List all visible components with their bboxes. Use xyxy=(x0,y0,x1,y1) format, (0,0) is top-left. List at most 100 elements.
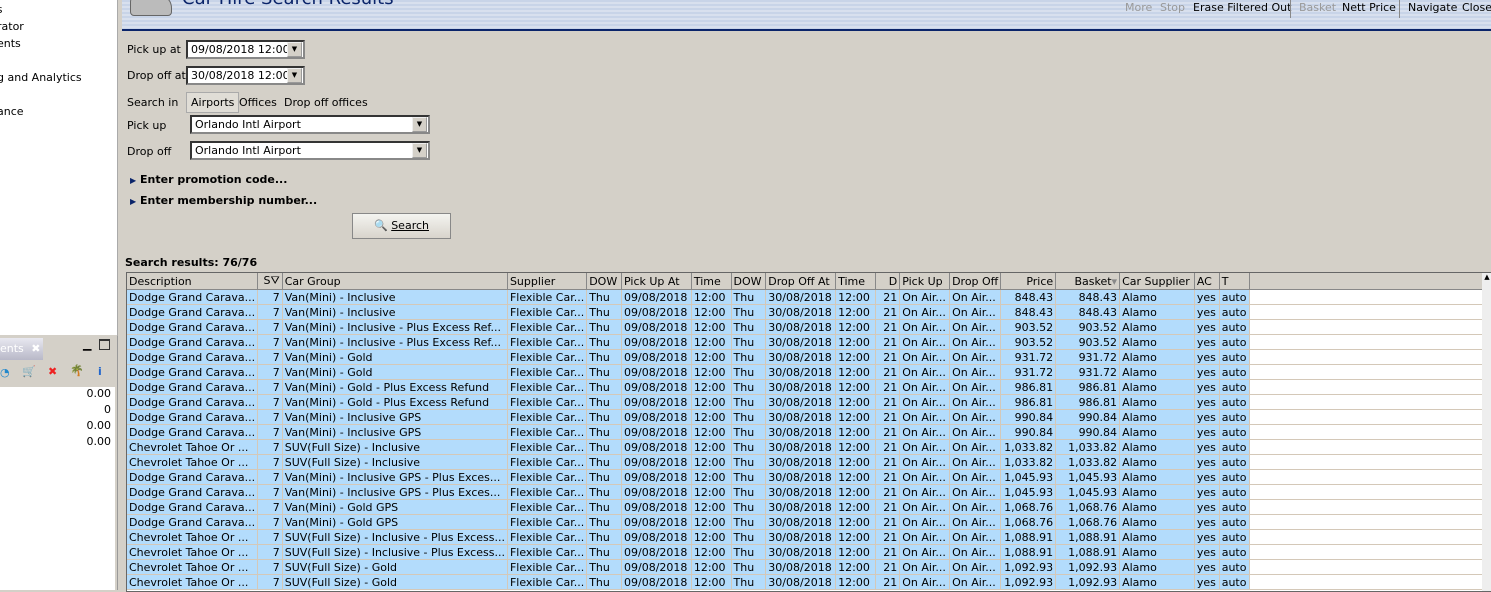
table-row[interactable]: Dodge Grand Carava... 7 Van(Mini) - Inclus… xyxy=(127,469,1491,485)
column-header[interactable]: Drop Off xyxy=(949,273,1002,290)
summary-value: 0.00 xyxy=(86,435,112,448)
table-row[interactable]: Chevrolet Tahoe Or ... 7 SUV(Full Size) - … xyxy=(127,439,1491,455)
dropoff-location-select[interactable]: Orlando Intl Airport ▼ xyxy=(190,141,430,160)
vertical-scrollbar[interactable]: ▲ xyxy=(1482,273,1491,591)
cell-time: 12:00 xyxy=(835,409,876,425)
column-header[interactable]: D xyxy=(875,273,901,290)
table-row[interactable]: Dodge Grand Carava... 7 Van(Mini) - Gold Fl… xyxy=(127,364,1491,380)
chevron-down-icon[interactable]: ▼ xyxy=(412,143,427,158)
cell-drop-off-at: 30/08/2018 xyxy=(765,574,837,590)
nav-item[interactable]: g and Analytics xyxy=(0,71,85,84)
pickup-at-field[interactable]: 09/08/2018 12:00 ▼ xyxy=(186,40,305,59)
column-header[interactable]: DOW xyxy=(731,273,767,290)
column-header[interactable]: Car Group xyxy=(282,273,508,290)
cell-t: auto xyxy=(1219,514,1250,530)
cell-pick-up: On Air... xyxy=(899,484,951,500)
cell-s: 7 xyxy=(257,349,283,365)
cell-pick-up: On Air... xyxy=(899,529,951,545)
table-row[interactable]: Chevrolet Tahoe Or ... 7 SUV(Full Size) - … xyxy=(127,454,1491,470)
table-row[interactable]: Dodge Grand Carava... 7 Van(Mini) - Inclus… xyxy=(127,424,1491,440)
column-header[interactable]: Price xyxy=(1000,273,1057,290)
table-row[interactable]: Chevrolet Tahoe Or ... 7 SUV(Full Size) - … xyxy=(127,574,1491,590)
cell-t: auto xyxy=(1219,334,1250,350)
cell-time: 12:00 xyxy=(691,484,732,500)
table-row[interactable]: Chevrolet Tahoe Or ... 7 SUV(Full Size) - … xyxy=(127,559,1491,575)
more-button[interactable]: More xyxy=(1125,1,1152,14)
column-header[interactable]: T xyxy=(1219,273,1250,290)
cell-dow: Thu xyxy=(586,394,622,410)
column-header[interactable]: Basket▾ xyxy=(1055,273,1121,290)
table-row[interactable]: Dodge Grand Carava... 7 Van(Mini) - Inclus… xyxy=(127,304,1491,320)
basket-button[interactable]: Basket xyxy=(1299,1,1336,14)
column-header[interactable]: Pick Up At xyxy=(621,273,692,290)
chevron-down-icon[interactable]: ▼ xyxy=(412,117,427,132)
cell-car-group: SUV(Full Size) - Inclusive xyxy=(282,454,508,470)
nav-item[interactable]: rator xyxy=(0,20,27,33)
table-row[interactable]: Chevrolet Tahoe Or ... 7 SUV(Full Size) - … xyxy=(127,544,1491,560)
column-header[interactable]: Drop Off At xyxy=(765,273,837,290)
column-header[interactable]: Pick Up xyxy=(899,273,951,290)
nav-item[interactable]: a xyxy=(0,88,7,101)
toolbar-divider xyxy=(1399,0,1400,18)
table-row[interactable]: Dodge Grand Carava... 7 Van(Mini) - Gold Fl… xyxy=(127,349,1491,365)
search-in-drop-off-offices-toggle[interactable]: Drop off offices xyxy=(284,96,368,109)
minimize-icon[interactable]: ▁ xyxy=(83,338,91,351)
table-row[interactable]: Dodge Grand Carava... 7 Van(Mini) - Inclus… xyxy=(127,289,1491,305)
search-in-offices-toggle[interactable]: Offices xyxy=(239,96,277,109)
column-header[interactable]: Supplier xyxy=(507,273,588,290)
nett-price-button[interactable]: Nett Price xyxy=(1342,1,1396,14)
cell-pick-up-at: 09/08/2018 xyxy=(621,544,692,560)
info-icon[interactable]: i xyxy=(98,365,102,378)
cell-time: 12:00 xyxy=(691,424,732,440)
table-row[interactable]: Dodge Grand Carava... 7 Van(Mini) - Gold G… xyxy=(127,514,1491,530)
cell-s: 7 xyxy=(257,499,283,515)
column-header[interactable]: DOW xyxy=(586,273,622,290)
table-row[interactable]: Dodge Grand Carava... 7 Van(Mini) - Gold G… xyxy=(127,499,1491,515)
chevron-down-icon[interactable]: ▼ xyxy=(287,42,302,57)
nav-item[interactable]: ance xyxy=(0,105,27,118)
erase-filtered-out-button[interactable]: Erase Filtered Out xyxy=(1193,1,1291,14)
table-row[interactable]: Chevrolet Tahoe Or ... 7 SUV(Full Size) - … xyxy=(127,529,1491,545)
nav-item[interactable]: s xyxy=(0,54,6,67)
table-row[interactable]: Dodge Grand Carava... 7 Van(Mini) - Inclus… xyxy=(127,409,1491,425)
maximize-icon[interactable] xyxy=(99,339,110,350)
filter-icon[interactable]: ⛛ xyxy=(270,274,279,287)
search-button[interactable]: 🔍 Search xyxy=(352,213,451,239)
cell-pick-up: On Air... xyxy=(899,454,951,470)
close-button[interactable]: Close xyxy=(1462,1,1491,14)
dropoff-at-field[interactable]: 30/08/2018 12:00 ▼ xyxy=(186,66,305,85)
table-row[interactable]: Dodge Grand Carava... 7 Van(Mini) - Gold -… xyxy=(127,394,1491,410)
column-header[interactable]: Description xyxy=(127,273,259,290)
palm-tree-icon[interactable]: 🌴 xyxy=(70,364,84,377)
table-row[interactable]: Dodge Grand Carava... 7 Van(Mini) - Gold -… xyxy=(127,379,1491,395)
promotion-code-expander[interactable]: ▶ Enter promotion code... xyxy=(130,173,287,186)
nav-item[interactable]: otes xyxy=(0,3,24,16)
cell-drop-off: On Air... xyxy=(949,289,1002,305)
table-row[interactable]: Dodge Grand Carava... 7 Van(Mini) - Inclus… xyxy=(127,319,1491,335)
column-header[interactable]: Time xyxy=(691,273,732,290)
close-icon[interactable]: ✖ xyxy=(31,342,40,355)
pickup-location-select[interactable]: Orlando Intl Airport ▼ xyxy=(190,115,430,134)
cart-icon[interactable]: 🛒 xyxy=(22,365,36,378)
clock-icon[interactable]: ◔ xyxy=(0,366,10,379)
stop-button[interactable]: Stop xyxy=(1160,1,1185,14)
delete-icon[interactable]: ✖ xyxy=(48,365,57,378)
chevron-down-icon[interactable]: ▼ xyxy=(287,68,302,83)
navigate-button[interactable]: Navigate xyxy=(1408,1,1457,14)
cell-description: Dodge Grand Carava... xyxy=(127,349,259,365)
table-row[interactable]: Dodge Grand Carava... 7 Van(Mini) - Inclus… xyxy=(127,484,1491,500)
sort-descending-icon[interactable]: ▾ xyxy=(1112,275,1118,288)
nav-item[interactable]: ents xyxy=(0,37,24,50)
membership-number-expander[interactable]: ▶ Enter membership number... xyxy=(130,194,317,207)
cell-ac: yes xyxy=(1194,409,1220,425)
column-header[interactable]: Time xyxy=(835,273,876,290)
search-in-airports-toggle[interactable]: Airports xyxy=(186,92,240,113)
cell-dow: Thu xyxy=(731,349,767,365)
column-header[interactable]: S⛛ xyxy=(257,273,283,290)
column-header[interactable]: Car Supplier xyxy=(1119,273,1195,290)
cell-time: 12:00 xyxy=(835,574,876,590)
panel-tab[interactable]: ents ✖ xyxy=(0,338,43,360)
empty-cell xyxy=(1249,304,1491,320)
table-row[interactable]: Dodge Grand Carava... 7 Van(Mini) - Inclus… xyxy=(127,334,1491,350)
column-header[interactable]: AC xyxy=(1194,273,1220,290)
